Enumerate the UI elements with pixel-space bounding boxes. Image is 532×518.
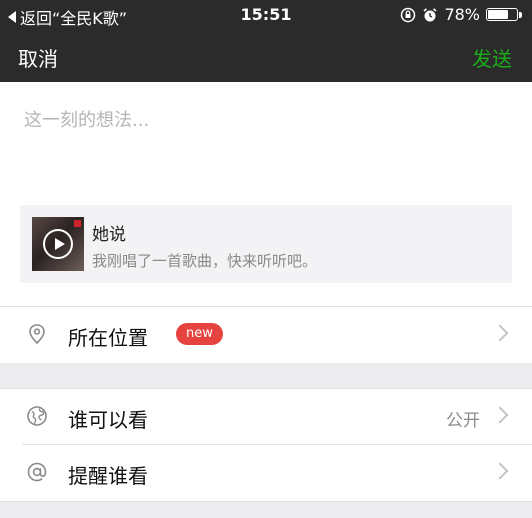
shared-song-description: 我刚唱了一首歌曲，快来听听吧。 <box>92 252 318 270</box>
compose-area: 这一刻的想法... 她说 我刚唱了一首歌曲，快来听听吧。 <box>0 82 532 307</box>
visibility-row[interactable]: 谁可以看 公开 <box>0 389 532 445</box>
chevron-right-icon <box>491 324 509 342</box>
location-row[interactable]: 所在位置 new <box>0 307 532 363</box>
battery-fill <box>488 10 508 19</box>
shared-song-card[interactable]: 她说 我刚唱了一首歌曲，快来听听吧。 <box>20 205 512 283</box>
alarm-icon <box>422 7 438 23</box>
location-label: 所在位置 <box>68 326 148 350</box>
rotation-lock-icon <box>400 7 416 23</box>
visibility-label: 谁可以看 <box>68 408 148 432</box>
battery-tip <box>519 11 522 18</box>
chevron-right-icon <box>491 406 509 424</box>
thumbnail-badge <box>74 220 81 227</box>
new-badge: new <box>176 323 223 345</box>
globe-icon <box>26 405 48 427</box>
location-pin-icon <box>26 323 48 345</box>
remind-row[interactable]: 提醒谁看 <box>0 445 532 501</box>
visibility-value: 公开 <box>446 411 480 431</box>
remind-label: 提醒谁看 <box>68 464 148 488</box>
status-indicators: 78% <box>400 5 522 24</box>
post-text-input[interactable]: 这一刻的想法... <box>24 106 149 132</box>
nav-bar: 取消 发送 <box>0 30 532 82</box>
divider <box>0 501 532 502</box>
shared-song-title: 她说 <box>92 225 126 245</box>
send-button[interactable]: 发送 <box>472 43 512 72</box>
play-icon <box>43 229 73 259</box>
at-icon <box>26 461 48 483</box>
status-bar: 返回“全民K歌” 15:51 78% <box>0 0 532 30</box>
song-thumbnail <box>32 217 84 271</box>
battery-percent: 78% <box>444 5 480 24</box>
battery-icon <box>486 8 518 21</box>
cancel-button[interactable]: 取消 <box>18 43 58 72</box>
chevron-right-icon <box>491 462 509 480</box>
